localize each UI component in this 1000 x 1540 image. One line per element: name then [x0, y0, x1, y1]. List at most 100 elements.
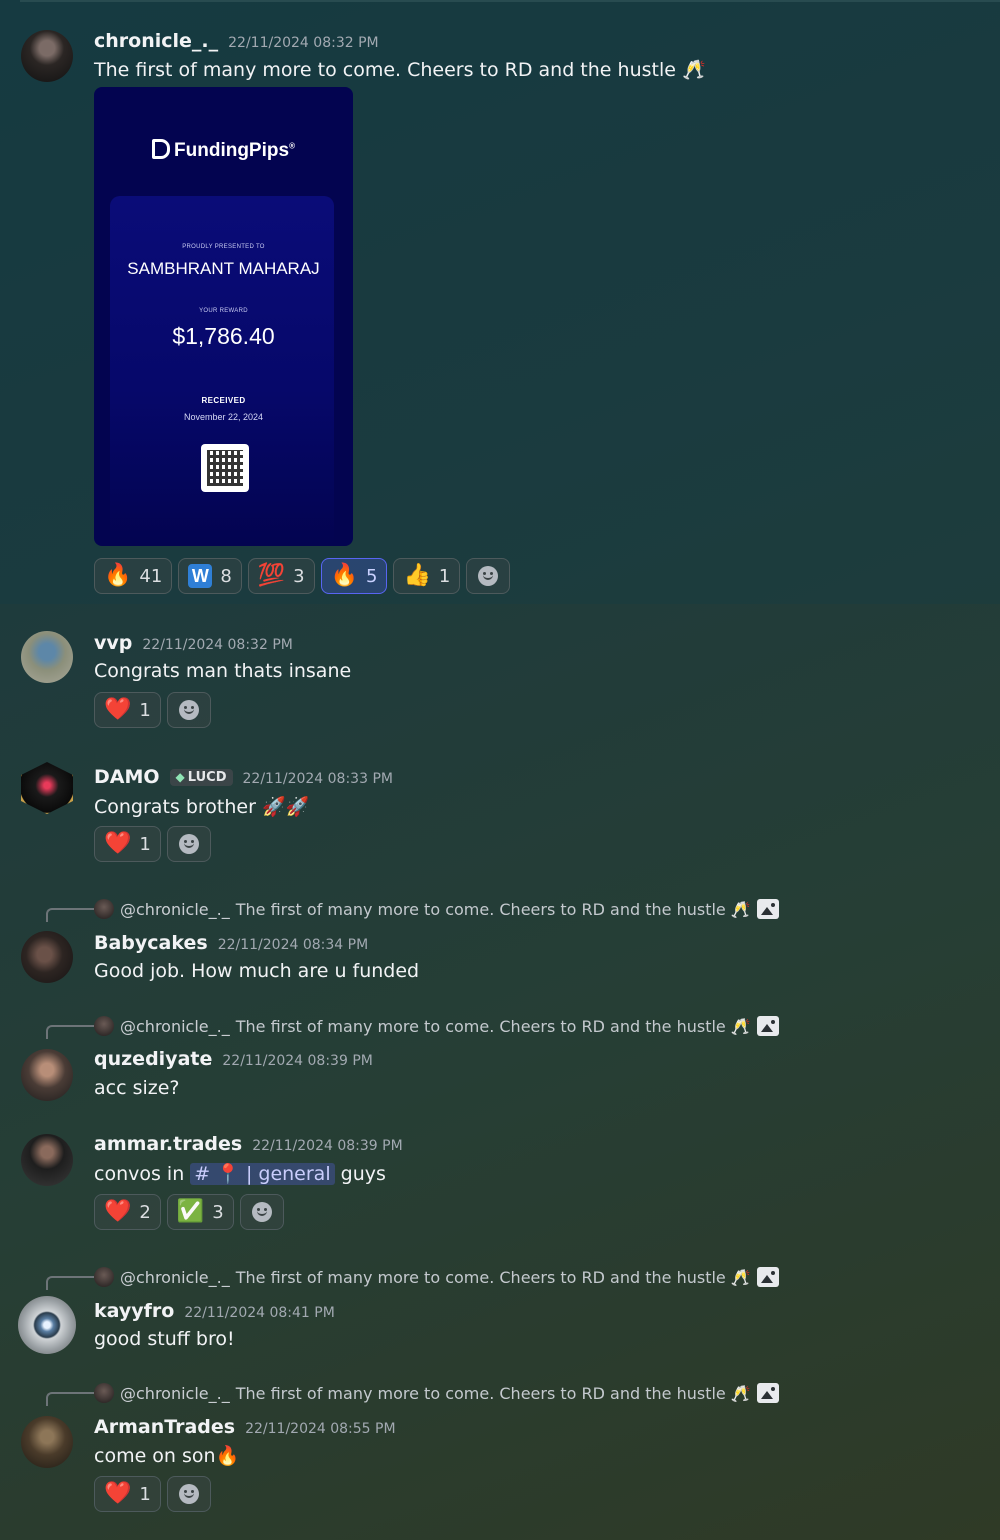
avatar[interactable]: [21, 631, 73, 683]
username[interactable]: chronicle_._: [94, 30, 218, 52]
message-vvp: vvp 22/11/2024 08:32 PM Congrats man tha…: [0, 604, 1000, 744]
message-armantrades: @chronicle_._ The first of many more to …: [0, 1376, 1000, 1540]
reaction-w[interactable]: W8: [178, 558, 242, 594]
reply-preview: The first of many more to come. Cheers t…: [235, 1267, 751, 1287]
avatar[interactable]: [18, 1296, 76, 1354]
add-reaction-button[interactable]: [166, 692, 211, 728]
server-tag-badge[interactable]: ◆ LUCD: [169, 768, 233, 786]
message-text: Congrats brother 🚀🚀: [94, 796, 310, 818]
reply-mention[interactable]: @chronicle_._: [120, 900, 230, 919]
timestamp: 22/11/2024 08:32 PM: [228, 35, 379, 51]
smiley-icon: [251, 1202, 272, 1222]
reaction-bar: ❤️ 2 ✅ 3: [94, 1194, 284, 1230]
qr-code-icon: [201, 444, 249, 492]
reply-spine: [46, 908, 94, 922]
reaction-bar: ❤️ 1: [94, 1476, 211, 1512]
message-babycakes: @chronicle_._ The first of many more to …: [0, 884, 1000, 1000]
hundred-icon: 💯: [257, 563, 286, 588]
timestamp: 22/11/2024 08:39 PM: [222, 1053, 373, 1069]
reaction-bar: ❤️ 1: [94, 692, 211, 728]
channel-mention-general[interactable]: # 📍 | general: [190, 1163, 335, 1185]
message-text: Good job. How much are u funded: [94, 960, 420, 982]
received-label: RECEIVED: [201, 396, 246, 405]
fire-icon: 🔥: [104, 563, 132, 588]
reply-reference[interactable]: @chronicle_._ The first of many more to …: [94, 899, 779, 919]
reply-preview: The first of many more to come. Cheers t…: [235, 1016, 751, 1036]
timestamp: 22/11/2024 08:32 PM: [142, 637, 293, 653]
reply-spine: [46, 1276, 94, 1290]
add-reaction-button[interactable]: [166, 826, 211, 862]
username[interactable]: ammar.trades: [94, 1133, 242, 1155]
reaction-fire[interactable]: 🔥 41: [94, 558, 173, 594]
message-ammar: ammar.trades 22/11/2024 08:39 PM convos …: [0, 1124, 1000, 1260]
reward-label: YOUR REWARD: [199, 308, 248, 314]
check-mark-icon: ✅: [176, 1199, 205, 1224]
reply-mention[interactable]: @chronicle_._: [120, 1017, 230, 1036]
brand-logo: FundingPips®: [94, 139, 353, 162]
smiley-icon: [178, 1484, 199, 1504]
reply-reference[interactable]: @chronicle_._ The first of many more to …: [94, 1383, 779, 1403]
received-date: November 22, 2024: [183, 412, 264, 422]
message-chronicle: chronicle_._ 22/11/2024 08:32 PM The fir…: [0, 0, 1000, 604]
reply-spine: [46, 1392, 94, 1406]
heart-icon: ❤️: [104, 1481, 132, 1506]
reaction-hundred[interactable]: 💯 3: [247, 558, 315, 594]
avatar[interactable]: [21, 1134, 73, 1186]
message-text: The first of many more to come. Cheers t…: [94, 59, 706, 81]
image-icon: [756, 1383, 779, 1403]
username[interactable]: ArmanTrades: [94, 1416, 235, 1438]
smiley-icon: [178, 834, 199, 854]
reply-preview: The first of many more to come. Cheers t…: [235, 1383, 751, 1403]
add-reaction-button[interactable]: [466, 558, 511, 594]
reaction-heart[interactable]: ❤️ 1: [94, 1476, 161, 1512]
message-text: acc size?: [94, 1077, 180, 1099]
avatar[interactable]: [21, 931, 73, 983]
image-icon: [756, 1016, 779, 1036]
username[interactable]: Babycakes: [94, 932, 208, 954]
thumbs-up-icon: 👍: [403, 563, 431, 588]
smiley-icon: [478, 566, 499, 586]
payout-certificate-image[interactable]: FundingPips® PROUDLY PRESENTED TO SAMBHR…: [94, 87, 353, 546]
username[interactable]: vvp: [94, 632, 132, 654]
smiley-icon: [178, 700, 199, 720]
add-reaction-button[interactable]: [166, 1476, 211, 1512]
reply-reference[interactable]: @chronicle_._ The first of many more to …: [94, 1016, 779, 1036]
avatar[interactable]: [21, 30, 73, 82]
heart-icon: ❤️: [104, 1199, 132, 1224]
avatar[interactable]: [21, 762, 73, 814]
reaction-check[interactable]: ✅ 3: [166, 1194, 234, 1230]
reply-mention[interactable]: @chronicle_._: [120, 1268, 230, 1287]
message-kayyfro: @chronicle_._ The first of many more to …: [0, 1260, 1000, 1376]
reply-spine: [46, 1025, 94, 1039]
brand-mark-icon: [152, 139, 171, 159]
avatar[interactable]: [21, 1049, 73, 1101]
message-quzediyate: @chronicle_._ The first of many more to …: [0, 1000, 1000, 1124]
timestamp: 22/11/2024 08:55 PM: [245, 1421, 396, 1437]
flame-icon: 🔥: [330, 563, 359, 588]
reply-preview: The first of many more to come. Cheers t…: [235, 899, 751, 919]
avatar[interactable]: [21, 1416, 73, 1468]
message-damo: DAMO ◆ LUCD 22/11/2024 08:33 PM Congrats …: [0, 744, 1000, 884]
reaction-heart[interactable]: ❤️ 1: [94, 826, 161, 862]
reply-mention[interactable]: @chronicle_._: [120, 1384, 230, 1403]
reaction-bar: ❤️ 1: [94, 826, 211, 862]
reaction-thumbs-up[interactable]: 👍 1: [393, 558, 461, 594]
reply-avatar: [94, 1383, 114, 1403]
reaction-heart[interactable]: ❤️ 2: [94, 1194, 161, 1230]
heart-icon: ❤️: [104, 831, 132, 856]
gem-icon: ◆: [175, 770, 185, 784]
username[interactable]: kayyfro: [94, 1300, 174, 1322]
username[interactable]: DAMO: [94, 766, 160, 788]
timestamp: 22/11/2024 08:34 PM: [217, 937, 369, 953]
reaction-heart[interactable]: ❤️ 1: [94, 692, 161, 728]
reward-amount: $1,786.40: [172, 323, 275, 349]
username[interactable]: quzediyate: [94, 1048, 212, 1070]
presented-label: PROUDLY PRESENTED TO: [182, 244, 265, 250]
timestamp: 22/11/2024 08:41 PM: [184, 1305, 335, 1321]
reply-avatar: [94, 1267, 114, 1287]
heart-icon: ❤️: [104, 697, 132, 722]
reply-avatar: [94, 1016, 114, 1036]
add-reaction-button[interactable]: [239, 1194, 284, 1230]
reply-reference[interactable]: @chronicle_._ The first of many more to …: [94, 1267, 779, 1287]
reaction-flame-selected[interactable]: 🔥 5: [320, 558, 388, 594]
